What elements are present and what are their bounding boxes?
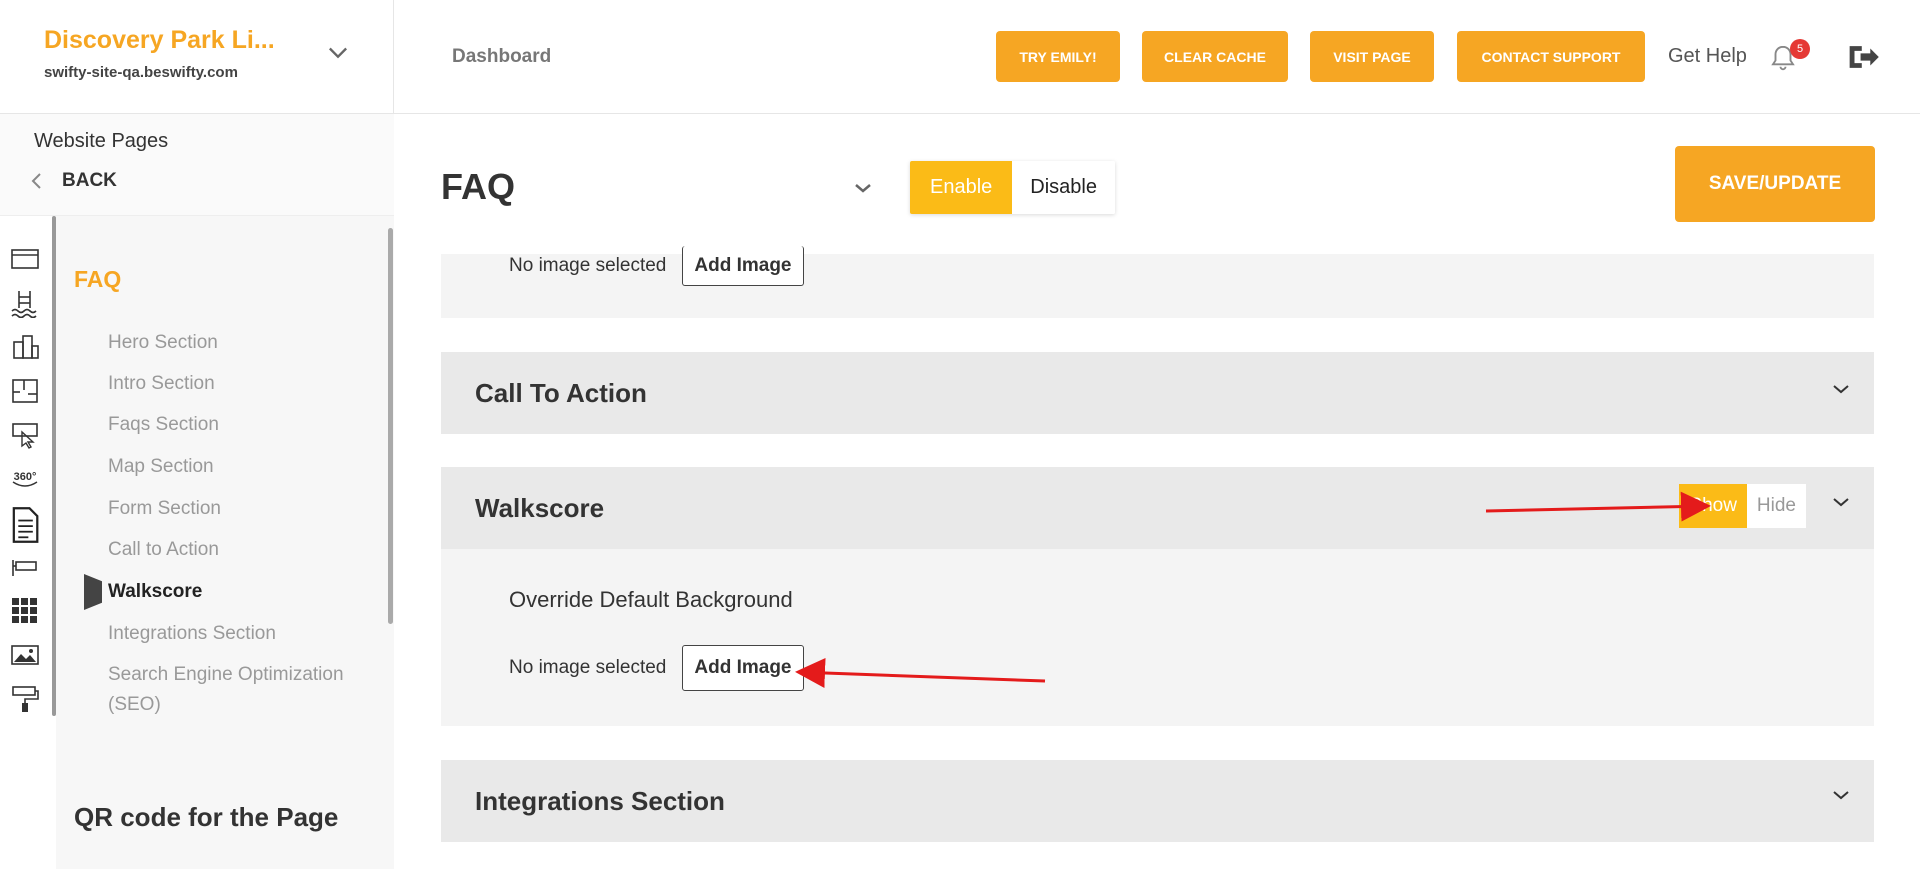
sidebar-title: Website Pages <box>34 130 169 152</box>
section-title: Integrations Section <box>475 786 725 816</box>
no-image-text: No image selected <box>509 255 667 276</box>
buildings-icon[interactable] <box>10 332 40 362</box>
show-hide-toggle[interactable]: Show Hide <box>1679 484 1806 528</box>
override-background-label: Override Default Background <box>509 587 793 612</box>
top-bar: Dashboard TRY EMILY! CLEAR CACHE VISIT P… <box>394 0 1920 114</box>
document-icon[interactable] <box>8 506 42 544</box>
touch-icon[interactable] <box>10 420 40 450</box>
nav-item-integrations[interactable]: Integrations Section <box>108 623 276 645</box>
nav-page-title[interactable]: FAQ <box>74 266 121 293</box>
chevron-down-icon[interactable] <box>1830 784 1852 806</box>
breadcrumb-dashboard[interactable]: Dashboard <box>452 46 551 68</box>
logout-icon[interactable] <box>1846 42 1880 72</box>
chevron-down-icon[interactable] <box>1830 378 1852 400</box>
site-url: swifty-site-qa.beswifty.com <box>44 64 238 81</box>
visit-page-button[interactable]: VISIT PAGE <box>1310 31 1434 82</box>
nav-item-map[interactable]: Map Section <box>108 456 214 478</box>
nav-item-seo[interactable]: Search Engine Optimization <box>108 664 344 686</box>
try-emily-button[interactable]: TRY EMILY! <box>996 31 1120 82</box>
get-help-link[interactable]: Get Help <box>1668 45 1747 68</box>
chevron-down-icon[interactable] <box>324 38 352 66</box>
section-title: Walkscore <box>475 493 605 523</box>
nav-item-faqs[interactable]: Faqs Section <box>108 414 219 436</box>
app-root: Discovery Park Li... swifty-site-qa.besw… <box>0 0 1920 869</box>
section-walkscore[interactable]: Walkscore Show Hide <box>441 467 1874 549</box>
nav-item-call-to-action[interactable]: Call to Action <box>108 539 219 561</box>
nav-item-hero[interactable]: Hero Section <box>108 332 218 354</box>
add-image-button[interactable]: Add Image <box>682 246 804 286</box>
back-label: BACK <box>62 170 117 191</box>
no-image-text: No image selected <box>509 657 667 678</box>
enable-option[interactable]: Enable <box>910 161 1013 214</box>
icon-rail: 360° <box>0 216 56 869</box>
main-content: FAQ Enable Disable SAVE/UPDATE No image … <box>395 114 1920 869</box>
enable-toggle[interactable]: Enable Disable <box>910 161 1115 214</box>
add-image-button[interactable]: Add Image <box>682 645 804 691</box>
site-name[interactable]: Discovery Park Li... <box>44 26 275 55</box>
page-title: FAQ <box>441 166 516 207</box>
qr-title: QR code for the Page <box>74 802 339 832</box>
sidebar: Website Pages BACK 360° FAQ Hero Section… <box>0 114 394 869</box>
chevron-down-icon[interactable] <box>1830 491 1852 513</box>
paint-roller-icon[interactable] <box>10 684 40 714</box>
browser-icon[interactable] <box>10 244 40 274</box>
chevron-left-icon <box>31 173 41 189</box>
save-update-button[interactable]: SAVE/UPDATE <box>1675 146 1875 222</box>
site-switcher[interactable]: Discovery Park Li... swifty-site-qa.besw… <box>0 0 394 114</box>
sign-icon[interactable] <box>10 552 40 582</box>
image-icon[interactable] <box>10 640 40 670</box>
section-integrations[interactable]: Integrations Section <box>441 760 1874 842</box>
notification-badge: 5 <box>1790 39 1810 59</box>
contact-support-button[interactable]: CONTACT SUPPORT <box>1457 31 1645 82</box>
disable-option[interactable]: Disable <box>1012 161 1115 214</box>
svg-text:360°: 360° <box>14 471 37 483</box>
grid-icon[interactable] <box>10 596 40 626</box>
floorplan-icon[interactable] <box>10 376 40 406</box>
nav-item-walkscore[interactable]: Walkscore <box>108 581 202 603</box>
back-button[interactable]: BACK <box>30 170 117 192</box>
nav-item-intro[interactable]: Intro Section <box>108 373 215 395</box>
360-icon[interactable]: 360° <box>10 464 40 494</box>
show-option[interactable]: Show <box>1679 484 1747 528</box>
hide-option[interactable]: Hide <box>1746 484 1806 528</box>
section-title: Call To Action <box>475 378 647 408</box>
sidebar-header: Website Pages BACK <box>0 114 394 216</box>
section-call-to-action[interactable]: Call To Action <box>441 352 1874 434</box>
chevron-down-icon[interactable] <box>851 176 875 200</box>
previous-section-body: No image selected Add Image <box>441 246 1874 318</box>
section-nav-panel <box>56 216 394 869</box>
nav-scrollbar[interactable] <box>388 228 393 624</box>
pool-icon[interactable] <box>10 288 40 318</box>
clear-cache-button[interactable]: CLEAR CACHE <box>1142 31 1288 82</box>
nav-item-form[interactable]: Form Section <box>108 498 221 520</box>
walkscore-body: Override Default Background No image sel… <box>441 549 1874 726</box>
nav-item-seo-abbrev[interactable]: (SEO) <box>108 694 161 716</box>
